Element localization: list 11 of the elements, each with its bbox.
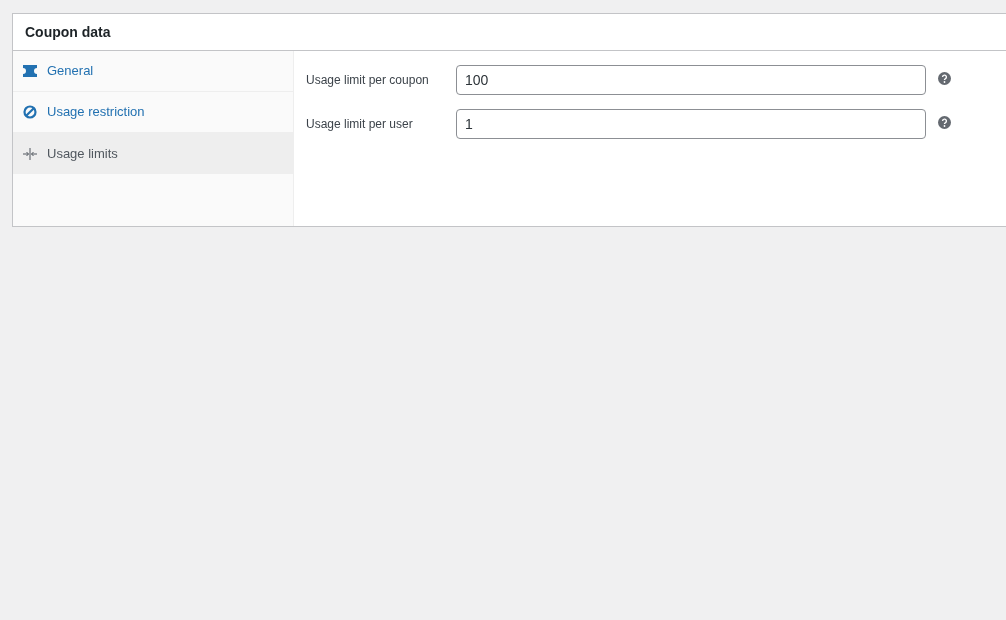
ticket-icon — [23, 65, 37, 77]
field-label: Usage limit per coupon — [306, 72, 430, 89]
input-field[interactable]: 1 — [456, 109, 926, 139]
tab-link[interactable]: Usage limits — [13, 133, 293, 174]
field-label: Usage limit per user — [306, 116, 414, 133]
arrows-inward-icon — [23, 147, 37, 160]
help-icon[interactable] — [938, 72, 951, 85]
input-field[interactable]: 100 — [456, 65, 926, 95]
tab-link[interactable]: General — [13, 51, 293, 92]
help-icon[interactable] — [938, 116, 951, 129]
no-entry-icon — [23, 105, 37, 119]
